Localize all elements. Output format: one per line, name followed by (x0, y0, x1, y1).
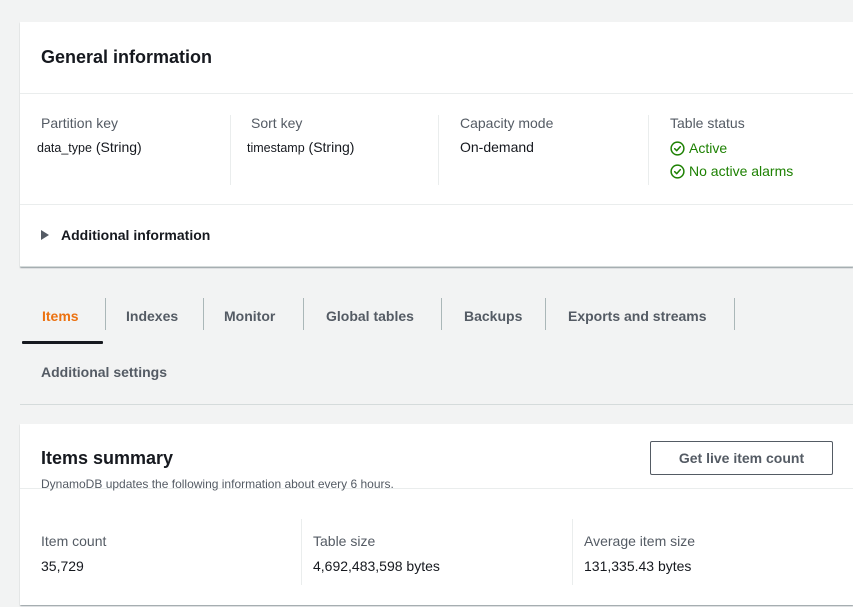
check-circle-icon (670, 163, 685, 179)
tab-separator (105, 298, 106, 330)
column-divider (230, 115, 231, 185)
check-circle-icon (670, 140, 685, 156)
tab-items[interactable]: Items (42, 292, 79, 340)
table-status-text: Active (689, 140, 728, 156)
partition-key-value: data_type (String) (37, 139, 142, 155)
table-alarms-text: No active alarms (689, 163, 794, 179)
partition-key-type: (String) (95, 139, 142, 155)
partition-key-label: Partition key (41, 115, 119, 131)
capacity-mode-label: Capacity mode (460, 115, 554, 131)
tab-additional-settings[interactable]: Additional settings (41, 364, 167, 380)
capacity-mode-value: On-demand (460, 139, 534, 155)
tab-backups[interactable]: Backups (464, 292, 522, 340)
sort-key-type: (String) (308, 139, 355, 155)
average-item-size-label: Average item size (584, 533, 696, 549)
table-size-label: Table size (313, 533, 376, 549)
additional-information-expander[interactable]: Additional information (20, 205, 853, 265)
items-summary-metrics: Item count 35,729 Table size 4,692,483,5… (20, 519, 853, 605)
tab-separator (441, 298, 442, 330)
item-count-label: Item count (41, 533, 107, 549)
additional-information-label: Additional information (61, 227, 211, 243)
general-information-panel: General information Partition key data_t… (20, 22, 853, 267)
items-summary-header: Items summary DynamoDB updates the follo… (20, 424, 853, 491)
tab-separator (203, 298, 204, 330)
tab-separator (303, 298, 304, 330)
tab-exports-and-streams[interactable]: Exports and streams (568, 292, 707, 340)
active-tab-indicator (22, 341, 103, 344)
sort-key-value: timestamp (String) (247, 139, 354, 155)
column-divider (301, 519, 302, 585)
caret-right-icon (41, 230, 49, 240)
item-count-value: 35,729 (41, 558, 84, 574)
table-tabs: Items Indexes Monitor Global tables Back… (20, 292, 853, 405)
tab-monitor[interactable]: Monitor (224, 292, 275, 340)
items-summary-description: DynamoDB updates the following informati… (41, 477, 394, 491)
column-divider (648, 115, 649, 185)
items-summary-title: Items summary (41, 448, 174, 468)
tab-global-tables[interactable]: Global tables (326, 292, 414, 340)
table-size-value: 4,692,483,598 bytes (313, 558, 440, 574)
column-divider (438, 115, 439, 185)
table-status-active: Active (670, 140, 727, 156)
get-live-item-count-button[interactable]: Get live item count (650, 441, 833, 475)
tab-separator (545, 298, 546, 330)
partition-key-name: data_type (37, 141, 92, 155)
general-information-header: General information (20, 22, 853, 94)
items-summary-panel: Items summary DynamoDB updates the follo… (20, 424, 853, 605)
table-status-label: Table status (670, 115, 745, 131)
sort-key-name: timestamp (247, 141, 305, 155)
tab-row: Items Indexes Monitor Global tables Back… (20, 292, 853, 344)
general-information-fields: Partition key data_type (String) Sort ke… (20, 94, 853, 205)
sort-key-label: Sort key (251, 115, 303, 131)
general-information-title: General information (41, 47, 213, 67)
table-alarms-status: No active alarms (670, 163, 793, 179)
tab-separator (734, 298, 735, 330)
average-item-size-value: 131,335.43 bytes (584, 558, 692, 574)
column-divider (572, 519, 573, 585)
tab-indexes[interactable]: Indexes (126, 292, 178, 340)
